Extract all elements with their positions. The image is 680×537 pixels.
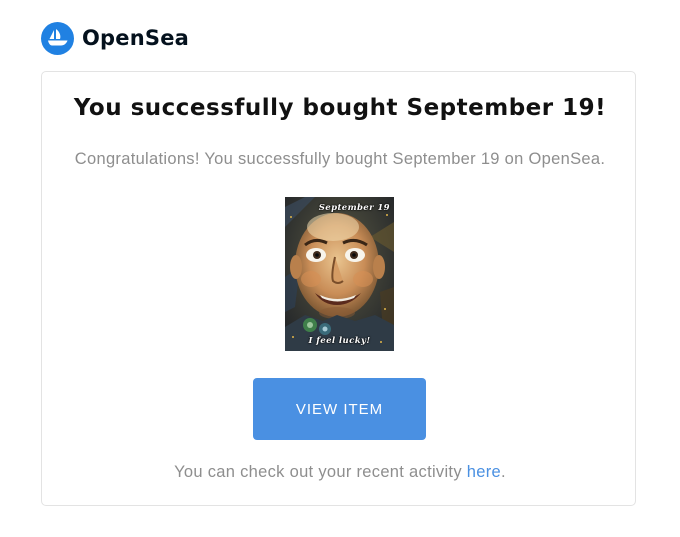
nft-caption-top: September 19 xyxy=(318,203,390,213)
brand-name: OpenSea xyxy=(82,26,190,50)
page-title: You successfully bought September 19! xyxy=(73,95,607,121)
view-item-button[interactable]: VIEW ITEM xyxy=(253,378,426,440)
opensea-boat-icon xyxy=(41,21,74,55)
brand-header[interactable]: OpenSea xyxy=(41,21,190,55)
nft-artwork xyxy=(285,197,394,351)
recent-activity-link[interactable]: here xyxy=(467,463,501,481)
nft-caption-bottom: I feel lucky! xyxy=(308,336,371,346)
nft-image[interactable]: September 19 I feel lucky! xyxy=(285,197,394,351)
email-page: OpenSea You successfully bought Septembe… xyxy=(0,0,680,537)
recent-activity-line: You can check out your recent activity h… xyxy=(0,463,680,482)
recent-activity-text: You can check out your recent activity xyxy=(174,463,467,481)
recent-activity-suffix: . xyxy=(501,463,506,481)
congrats-message: Congratulations! You successfully bought… xyxy=(74,150,606,168)
